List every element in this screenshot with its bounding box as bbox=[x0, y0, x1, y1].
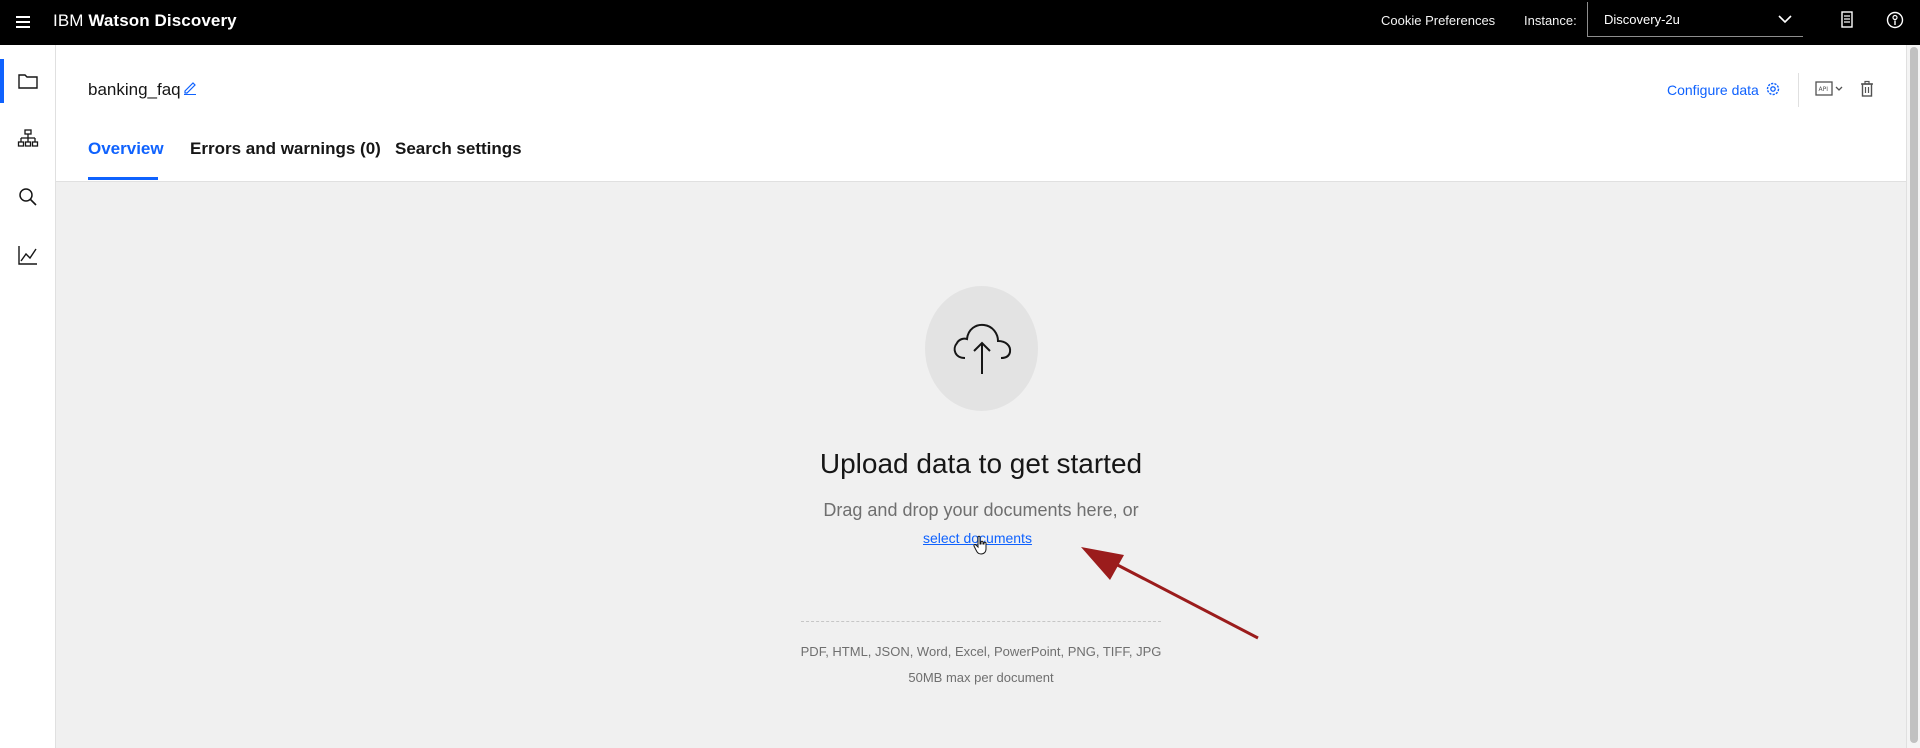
instance-dropdown[interactable]: Discovery-2u bbox=[1587, 2, 1803, 37]
configure-data-link[interactable]: Configure data bbox=[1667, 82, 1759, 98]
instance-value: Discovery-2u bbox=[1604, 12, 1680, 27]
instance-label: Instance: bbox=[1524, 13, 1577, 28]
brand-product: Watson Discovery bbox=[88, 11, 237, 30]
trash-icon[interactable] bbox=[1858, 80, 1876, 98]
tab-search-settings[interactable]: Search settings bbox=[395, 139, 522, 159]
scrollbar-thumb[interactable] bbox=[1910, 47, 1918, 743]
app-title[interactable]: IBM Watson Discovery bbox=[53, 11, 237, 31]
brand-ibm: IBM bbox=[53, 11, 84, 30]
upload-icon-circle bbox=[925, 286, 1038, 411]
cloud-upload-icon bbox=[953, 323, 1012, 374]
vertical-scrollbar[interactable] bbox=[1906, 45, 1920, 748]
nav-manage-collections[interactable] bbox=[0, 57, 55, 105]
search-icon bbox=[19, 188, 37, 206]
upload-subtitle: Drag and drop your documents here, or bbox=[823, 500, 1139, 520]
active-tab-indicator bbox=[88, 177, 158, 180]
edit-pencil-icon[interactable] bbox=[182, 79, 198, 95]
dashed-divider bbox=[801, 621, 1161, 622]
header-divider bbox=[1798, 73, 1799, 107]
upload-title: Upload data to get started bbox=[819, 448, 1143, 479]
api-icon[interactable]: API bbox=[1814, 80, 1844, 98]
nav-analytics[interactable] bbox=[0, 231, 55, 279]
left-nav-rail bbox=[0, 45, 56, 748]
user-avatar-icon[interactable] bbox=[1884, 9, 1906, 31]
nav-projects[interactable] bbox=[0, 115, 55, 163]
nav-search[interactable] bbox=[0, 173, 55, 221]
collection-name: banking_faq bbox=[88, 80, 181, 99]
upload-dropzone[interactable]: Upload data to get started Drag and drop… bbox=[56, 182, 1906, 748]
chart-line-icon bbox=[18, 246, 37, 265]
tab-overview[interactable]: Overview bbox=[88, 139, 164, 159]
annotation-arrow-icon bbox=[1081, 547, 1259, 640]
cookie-preferences-link[interactable]: Cookie Preferences bbox=[1381, 13, 1495, 28]
gear-icon[interactable] bbox=[1764, 80, 1782, 98]
hand-cursor-icon bbox=[973, 535, 987, 555]
tab-errors-and-warnings[interactable]: Errors and warnings (0) bbox=[190, 139, 381, 159]
folder-icon bbox=[18, 74, 38, 89]
top-bar: IBM Watson Discovery Cookie Preferences … bbox=[0, 0, 1920, 45]
collection-header: banking_faq Overview Errors and warnings… bbox=[56, 45, 1906, 182]
chevron-down-icon bbox=[1778, 15, 1792, 24]
supported-formats: PDF, HTML, JSON, Word, Excel, PowerPoint… bbox=[800, 644, 1162, 659]
hamburger-menu-icon[interactable] bbox=[12, 10, 36, 34]
document-icon[interactable] bbox=[1836, 9, 1858, 31]
svg-text:API: API bbox=[1819, 86, 1829, 93]
max-file-size: 50MB max per document bbox=[908, 670, 1054, 685]
hierarchy-icon bbox=[17, 129, 39, 147]
